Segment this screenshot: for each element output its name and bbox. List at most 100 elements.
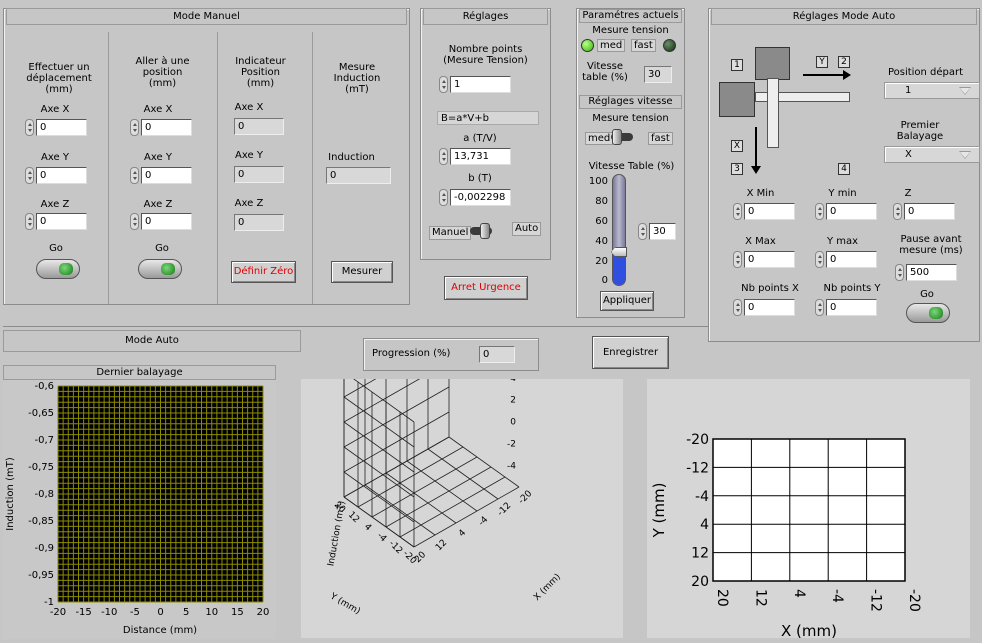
position-x-indicator: 0 — [234, 118, 284, 135]
induction-column-title: Mesure Induction (mT) — [333, 62, 381, 95]
nbx-input[interactable]: 0 — [744, 299, 795, 316]
xmax-input[interactable]: 0 — [744, 251, 795, 268]
tension-toggle-switch[interactable] — [609, 128, 635, 146]
spin-arrows-icon[interactable] — [439, 76, 448, 93]
spin-arrows-icon[interactable] — [733, 251, 742, 268]
goto-x-input[interactable]: 0 — [141, 119, 192, 136]
move-go-button[interactable] — [36, 259, 80, 279]
y-tick-label: -0,7 — [34, 435, 54, 446]
nby-label: Nb points Y — [823, 283, 881, 294]
arrow-right-icon — [803, 74, 843, 76]
save-button[interactable]: Enregistrer — [592, 336, 669, 369]
a-control[interactable]: 13,731 — [439, 148, 511, 165]
spin-arrows-icon[interactable] — [130, 119, 139, 136]
go-led-icon — [161, 263, 175, 275]
spin-arrows-icon[interactable] — [815, 203, 824, 220]
spin-arrows-icon[interactable] — [893, 203, 902, 220]
xmax-label: X Max — [745, 236, 776, 247]
spin-arrows-icon[interactable] — [638, 223, 647, 240]
y-tick-label: -0,9 — [34, 543, 54, 554]
pause-input[interactable]: 500 — [906, 264, 957, 281]
z-control[interactable]: 0 — [893, 203, 955, 220]
spin-arrows-icon[interactable] — [130, 167, 139, 184]
z-tick-label: 2 — [510, 396, 516, 406]
grid-line — [343, 446, 415, 498]
spin-arrows-icon[interactable] — [815, 299, 824, 316]
first-sweep-value: X — [905, 149, 912, 160]
nby-control[interactable]: 0 — [815, 299, 877, 316]
current-fast-label: fast — [631, 39, 656, 52]
progress-indicator: 0 — [479, 346, 515, 363]
goto-y-input[interactable]: 0 — [141, 167, 192, 184]
y-tick-label: 4 — [700, 517, 709, 533]
ymin-input[interactable]: 0 — [826, 203, 877, 220]
grid-line — [343, 379, 421, 423]
spin-arrows-icon[interactable] — [25, 119, 34, 136]
b-control[interactable]: -0,002298 — [439, 189, 511, 206]
ymax-control[interactable]: 0 — [815, 251, 877, 268]
move-z-control[interactable]: 0 — [25, 213, 87, 230]
grid-line — [343, 379, 377, 398]
ymin-control[interactable]: 0 — [815, 203, 877, 220]
mode-toggle-switch[interactable] — [468, 222, 494, 240]
move-x-control[interactable]: 0 — [25, 119, 87, 136]
spin-arrows-icon[interactable] — [25, 167, 34, 184]
pos-axe-y-label: Axe Y — [235, 150, 263, 161]
nby-input[interactable]: 0 — [826, 299, 877, 316]
points-input[interactable]: 1 — [450, 76, 511, 93]
xmin-control[interactable]: 0 — [733, 203, 795, 220]
x-tick-label: -20 — [517, 489, 535, 507]
goto-axe-y-label: Axe Y — [144, 152, 172, 163]
spin-arrows-icon[interactable] — [439, 148, 448, 165]
dropdown-arrow-icon — [959, 151, 971, 159]
spin-arrows-icon[interactable] — [733, 299, 742, 316]
spin-arrows-icon[interactable] — [439, 189, 448, 206]
x-tick-label: 4 — [791, 589, 807, 598]
y-tick-label: -0,75 — [28, 462, 54, 473]
pause-control[interactable]: 500 — [895, 264, 957, 281]
a-input[interactable]: 13,731 — [450, 148, 511, 165]
divider — [217, 32, 218, 304]
move-y-control[interactable]: 0 — [25, 167, 87, 184]
arrow-right-icon — [843, 70, 851, 80]
emergency-stop-button[interactable]: Arret Urgence — [444, 276, 528, 300]
ymax-label: Y max — [826, 236, 859, 247]
move-y-input[interactable]: 0 — [36, 167, 87, 184]
goto-z-control[interactable]: 0 — [130, 213, 192, 230]
ymax-input[interactable]: 0 — [826, 251, 877, 268]
xmax-control[interactable]: 0 — [733, 251, 795, 268]
spin-arrows-icon[interactable] — [25, 213, 34, 230]
move-z-input[interactable]: 0 — [36, 213, 87, 230]
goto-column-title: Aller à une position (mm) — [135, 56, 190, 89]
spin-arrows-icon[interactable] — [733, 203, 742, 220]
goto-z-input[interactable]: 0 — [141, 213, 192, 230]
y-tick-label: 12 — [346, 510, 361, 525]
xmin-label: X Min — [746, 188, 775, 199]
define-zero-button[interactable]: Définir Zéro — [231, 261, 296, 283]
speed-fast-label: fast — [648, 132, 673, 145]
goto-y-control[interactable]: 0 — [130, 167, 192, 184]
spin-arrows-icon[interactable] — [815, 251, 824, 268]
move-x-input[interactable]: 0 — [36, 119, 87, 136]
goto-go-button[interactable] — [138, 259, 182, 279]
auto-go-button[interactable] — [906, 303, 950, 323]
apply-button[interactable]: Appliquer — [600, 291, 654, 311]
x-tick-label: 10 — [205, 607, 218, 618]
y-tick-label: 12 — [691, 546, 709, 562]
speed-input[interactable]: 30 — [649, 223, 676, 240]
goto-x-control[interactable]: 0 — [130, 119, 192, 136]
first-sweep-select[interactable]: X — [884, 146, 980, 163]
speed-control[interactable]: 30 — [638, 223, 676, 240]
xmin-input[interactable]: 0 — [744, 203, 795, 220]
spin-arrows-icon[interactable] — [895, 264, 904, 281]
speed-slider[interactable] — [611, 174, 627, 286]
z-input[interactable]: 0 — [904, 203, 955, 220]
y-tick-label: -4 — [695, 489, 709, 505]
b-input[interactable]: -0,002298 — [450, 189, 511, 206]
points-control[interactable]: 1 — [439, 76, 511, 93]
start-position-select[interactable]: 1 — [884, 82, 980, 99]
go-led-icon — [59, 263, 73, 275]
nbx-control[interactable]: 0 — [733, 299, 795, 316]
measure-button[interactable]: Mesurer — [331, 261, 393, 283]
spin-arrows-icon[interactable] — [130, 213, 139, 230]
